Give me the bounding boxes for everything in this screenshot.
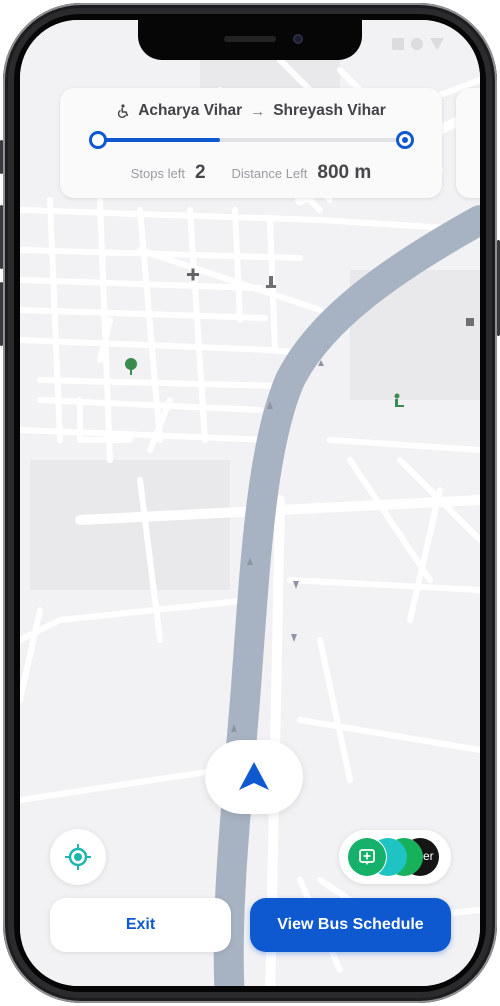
add-message-icon xyxy=(359,849,375,865)
wheelchair-icon xyxy=(118,104,129,118)
next-card-peek[interactable] xyxy=(456,88,480,198)
triangle-icon xyxy=(430,38,444,50)
route-progress-bar xyxy=(96,138,406,142)
destination-stop-label: Shreyash Vihar xyxy=(273,102,386,119)
front-camera xyxy=(293,34,303,44)
earpiece-speaker xyxy=(224,36,276,42)
distance-left-value: 800 m xyxy=(317,162,372,183)
stops-left-label: Stops left xyxy=(130,166,185,181)
phone-screen: Acharya Vihar → Shreyash Vihar Stops lef… xyxy=(20,20,480,986)
notch xyxy=(138,20,362,60)
app-label-fragment: er xyxy=(423,849,434,863)
add-message-app-button[interactable] xyxy=(348,838,386,876)
stops-left-value: 2 xyxy=(194,162,206,183)
origin-marker xyxy=(89,131,107,149)
distance-left-label: Distance Left xyxy=(231,166,308,181)
square-icon xyxy=(392,38,404,50)
trip-stats: Stops left 2 Distance Left 800 m xyxy=(60,162,442,184)
navigation-arrow-icon xyxy=(239,762,269,790)
route-header: Acharya Vihar → Shreyash Vihar xyxy=(60,102,442,120)
navigation-button[interactable] xyxy=(205,740,303,814)
route-card: Acharya Vihar → Shreyash Vihar Stops lef… xyxy=(60,88,442,198)
view-bus-schedule-button[interactable]: View Bus Schedule xyxy=(250,898,451,952)
origin-stop-label: Acharya Vihar xyxy=(138,102,243,119)
arrow-right-icon: → xyxy=(250,102,266,120)
my-location-button[interactable] xyxy=(50,829,106,885)
destination-marker xyxy=(396,131,414,149)
route-progress-fill xyxy=(96,138,220,142)
status-bar-icons xyxy=(392,38,444,50)
my-location-icon xyxy=(65,844,91,870)
circle-icon xyxy=(411,38,423,50)
linked-apps-pill[interactable]: er xyxy=(339,830,451,884)
place-icon xyxy=(466,318,474,326)
exit-button[interactable]: Exit xyxy=(50,898,231,952)
